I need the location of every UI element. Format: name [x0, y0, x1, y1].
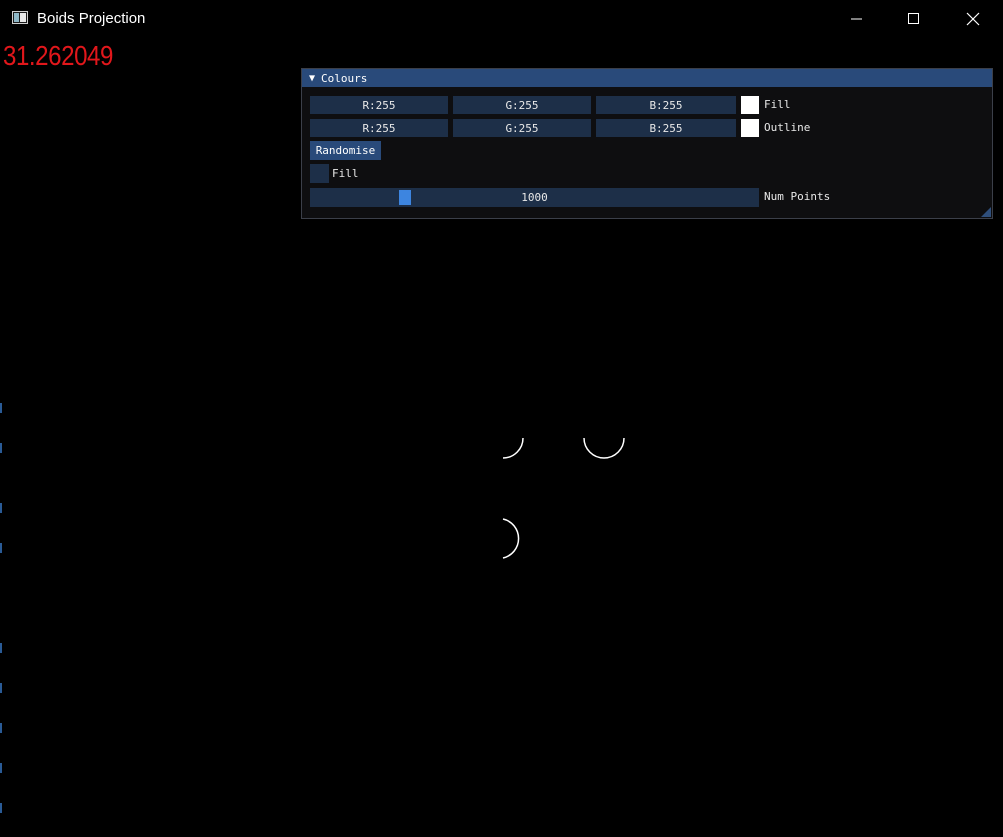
num-points-label: Num Points: [764, 190, 831, 203]
fill-green-input[interactable]: G:255: [453, 96, 591, 114]
fill-blue-input[interactable]: B:255: [596, 96, 736, 114]
outline-color-label: Outline: [764, 121, 811, 134]
boid-arc: [583, 437, 625, 459]
fill-checkbox[interactable]: [310, 164, 329, 183]
num-points-value: 1000: [521, 191, 548, 204]
resize-grip[interactable]: [981, 207, 991, 217]
boid-arc: [502, 518, 520, 559]
boid-arc: [502, 437, 524, 459]
panel-header[interactable]: ▼ Colours: [302, 69, 992, 87]
fill-color-swatch[interactable]: [741, 96, 759, 114]
outline-color-swatch[interactable]: [741, 119, 759, 137]
colours-panel[interactable]: ▼ Colours R:255 G:255 B:255 Fill R:255 G…: [301, 68, 993, 219]
randomise-button[interactable]: Randomise: [310, 141, 381, 160]
fill-checkbox-label: Fill: [332, 167, 359, 180]
outline-red-input[interactable]: R:255: [310, 119, 448, 137]
outline-blue-input[interactable]: B:255: [596, 119, 736, 137]
panel-title: Colours: [321, 71, 368, 85]
outline-green-input[interactable]: G:255: [453, 119, 591, 137]
fill-red-input[interactable]: R:255: [310, 96, 448, 114]
collapse-arrow-icon[interactable]: ▼: [309, 73, 315, 84]
fill-color-label: Fill: [764, 98, 791, 111]
slider-grab-handle[interactable]: [398, 190, 411, 205]
num-points-slider[interactable]: 1000: [310, 188, 759, 207]
